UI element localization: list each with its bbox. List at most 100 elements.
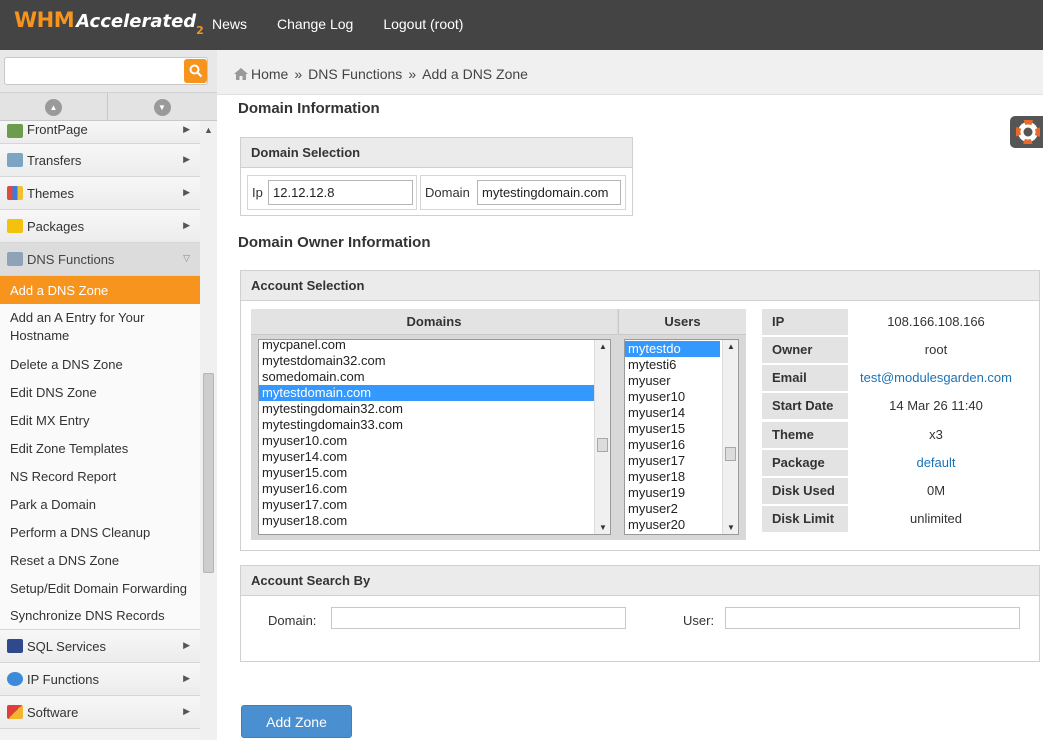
sidebar-scroll-buttons: ▲ ▼ (0, 93, 217, 121)
sidebar-item-dns-functions[interactable]: DNS Functions ▽ (0, 243, 200, 276)
scrollbar-thumb[interactable] (597, 438, 608, 452)
sidebar-item-sql-services[interactable]: SQL Services ▶ (0, 630, 200, 663)
sidebar-item-label: FrontPage (27, 122, 88, 137)
user-option-selected[interactable]: mytestdo (625, 341, 720, 357)
users-column-header: Users (618, 309, 746, 335)
detail-key-email: Email (762, 365, 848, 391)
chevron-right-icon: ▶ (183, 706, 190, 716)
sidebar-subitem-reset-dns-zone[interactable]: Reset a DNS Zone (0, 546, 200, 574)
transfers-icon (7, 153, 23, 167)
sidebar-item-themes[interactable]: Themes ▶ (0, 177, 200, 210)
detail-value-email[interactable]: test@modulesgarden.com (848, 365, 1024, 391)
domain-option[interactable]: mytestingdomain32.com (259, 401, 610, 417)
scrollbar-thumb[interactable] (203, 373, 214, 573)
sidebar: ▲ ▼ FrontPage ▶ Transfers ▶ Themes ▶ Pac… (0, 50, 217, 740)
scroll-up-arrow-icon[interactable]: ▲ (599, 342, 607, 351)
ip-icon (7, 672, 23, 686)
domain-label: Domain (425, 185, 470, 200)
chevron-right-icon: ▶ (183, 220, 190, 230)
detail-value-package[interactable]: default (848, 450, 1024, 476)
whm-logo[interactable]: WHM Accelerated2 (14, 8, 204, 42)
scroll-down-button[interactable]: ▼ (108, 93, 216, 121)
domain-information-heading: Domain Information (238, 100, 380, 117)
detail-value-disk-used: 0M (926, 483, 946, 498)
domain-option[interactable]: myuser14.com (259, 449, 610, 465)
sidebar-item-frontpage[interactable]: FrontPage ▶ (0, 121, 200, 144)
nav-news[interactable]: News (212, 16, 247, 32)
sidebar-item-label: Packages (27, 218, 85, 234)
scroll-up-arrow-icon[interactable]: ▲ (204, 125, 213, 135)
top-nav: News Change Log Logout (root) (212, 16, 493, 32)
sidebar-subitem-sync-dns[interactable]: Synchronize DNS Records (0, 602, 200, 630)
sidebar-subitem-edit-mx-entry[interactable]: Edit MX Entry (0, 406, 200, 434)
help-button[interactable] (1010, 116, 1043, 148)
sidebar-subitem-delete-dns-zone[interactable]: Delete a DNS Zone (0, 350, 200, 378)
domain-option[interactable]: mytestdomain32.com (259, 353, 610, 369)
ip-label: Ip (252, 185, 263, 200)
detail-key-start-date: Start Date (762, 393, 848, 419)
breadcrumb-home[interactable]: Home (251, 66, 288, 82)
sidebar-item-ip-functions[interactable]: IP Functions ▶ (0, 663, 200, 696)
add-zone-button[interactable]: Add Zone (241, 705, 352, 738)
software-icon (7, 705, 23, 719)
sidebar-search-row (0, 50, 217, 93)
sidebar-item-label: Themes (27, 185, 74, 201)
sidebar-subitem-add-dns-zone[interactable]: Add a DNS Zone (0, 276, 200, 304)
nav-change-log[interactable]: Change Log (277, 16, 353, 32)
chevron-right-icon: ▶ (183, 640, 190, 650)
domain-input[interactable]: mytestingdomain.com (477, 180, 621, 205)
domain-option[interactable]: mytestingdomain33.com (259, 417, 610, 433)
sidebar-subitem-add-a-entry[interactable]: Add an A Entry for Your Hostname (0, 304, 200, 350)
scroll-down-arrow-icon[interactable]: ▼ (727, 523, 735, 532)
domain-option[interactable]: mycpanel.com (259, 340, 610, 353)
sidebar-item-transfers[interactable]: Transfers ▶ (0, 144, 200, 177)
logo-accelerated-text: Accelerated (76, 11, 197, 32)
search-user-label: User: (683, 613, 715, 628)
domain-option[interactable]: myuser16.com (259, 481, 610, 497)
sidebar-subitem-park-domain[interactable]: Park a Domain (0, 490, 200, 518)
chevron-down-icon: ▽ (183, 253, 190, 263)
scroll-down-arrow-icon[interactable]: ▼ (599, 523, 607, 532)
sidebar-search-input[interactable] (4, 57, 208, 85)
sidebar-menu: FrontPage ▶ Transfers ▶ Themes ▶ Package… (0, 121, 200, 729)
detail-key-owner: Owner (762, 337, 848, 363)
domain-option[interactable]: myuser10.com (259, 433, 610, 449)
lifebuoy-icon (1016, 120, 1040, 144)
domain-option[interactable]: somedomain.com (259, 369, 610, 385)
breadcrumb-separator: » (294, 66, 303, 82)
detail-key-ip: IP (762, 309, 848, 335)
scroll-up-arrow-icon[interactable]: ▲ (727, 342, 735, 351)
detail-key-disk-used: Disk Used (762, 478, 848, 504)
scrollbar-thumb[interactable] (725, 447, 736, 461)
search-icon[interactable] (184, 59, 207, 83)
domain-option[interactable]: myuser15.com (259, 465, 610, 481)
breadcrumb: Home » DNS Functions » Add a DNS Zone (234, 66, 528, 82)
frontpage-icon (7, 124, 23, 138)
nav-logout[interactable]: Logout (root) (383, 16, 463, 32)
sidebar-subitem-edit-zone-templates[interactable]: Edit Zone Templates (0, 434, 200, 462)
domains-scrollbar[interactable]: ▲ ▼ (594, 340, 610, 534)
search-domain-input[interactable] (331, 607, 626, 629)
ip-input[interactable]: 12.12.12.8 (268, 180, 413, 205)
sidebar-subitem-ns-record-report[interactable]: NS Record Report (0, 462, 200, 490)
domain-option[interactable]: myuser18.com (259, 513, 610, 529)
scroll-up-button[interactable]: ▲ (0, 93, 108, 121)
users-scrollbar[interactable]: ▲ ▼ (722, 340, 738, 534)
sidebar-subitem-dns-cleanup[interactable]: Perform a DNS Cleanup (0, 518, 200, 546)
detail-key-theme: Theme (762, 422, 848, 448)
breadcrumb-dns-functions[interactable]: DNS Functions (308, 66, 402, 82)
sidebar-subitem-domain-forwarding[interactable]: Setup/Edit Domain Forwarding (0, 574, 200, 602)
domains-listbox[interactable]: mycpanel.com mytestdomain32.com somedoma… (258, 339, 611, 535)
domain-option[interactable]: myuser17.com (259, 497, 610, 513)
sidebar-item-software[interactable]: Software ▶ (0, 696, 200, 729)
domain-selection-title: Domain Selection (241, 138, 632, 168)
search-user-input[interactable] (725, 607, 1020, 629)
domain-option-selected[interactable]: mytestdomain.com (259, 385, 594, 401)
sidebar-item-label: Software (27, 704, 79, 720)
detail-value-start-date: 14 Mar 26 11:40 (889, 398, 983, 413)
dns-icon (7, 252, 23, 266)
sidebar-subitem-edit-dns-zone[interactable]: Edit DNS Zone (0, 378, 200, 406)
users-listbox[interactable]: mytestdo mytesti6 myuser myuser10 myuser… (624, 339, 739, 535)
sidebar-item-packages[interactable]: Packages ▶ (0, 210, 200, 243)
sidebar-scrollbar[interactable]: ▲ (200, 121, 217, 740)
